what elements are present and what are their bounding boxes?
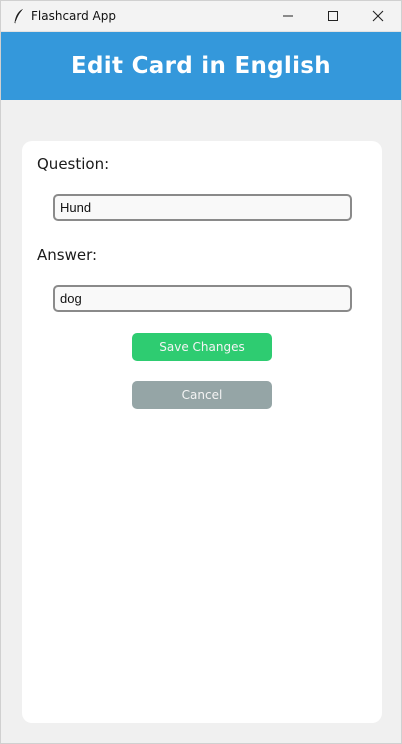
page-title: Edit Card in English	[71, 53, 331, 79]
minimize-icon	[282, 7, 294, 26]
close-icon	[372, 7, 384, 26]
maximize-button[interactable]	[310, 1, 356, 32]
app-window: Flashcard App Edit Card in English Quest…	[0, 0, 402, 744]
close-button[interactable]	[355, 1, 401, 32]
minimize-button[interactable]	[265, 1, 311, 32]
cancel-button[interactable]: Cancel	[132, 381, 272, 409]
title-bar[interactable]: Flashcard App	[1, 1, 401, 32]
answer-label: Answer:	[37, 246, 98, 264]
window-title: Flashcard App	[31, 9, 116, 23]
question-input[interactable]	[53, 194, 352, 221]
feather-icon	[11, 7, 27, 25]
maximize-icon	[327, 7, 339, 26]
answer-input[interactable]	[53, 285, 352, 312]
edit-card-form: Question: Answer: Save Changes Cancel	[22, 141, 382, 723]
question-label: Question:	[37, 155, 110, 173]
page-header: Edit Card in English	[1, 32, 401, 100]
save-changes-button[interactable]: Save Changes	[132, 333, 272, 361]
